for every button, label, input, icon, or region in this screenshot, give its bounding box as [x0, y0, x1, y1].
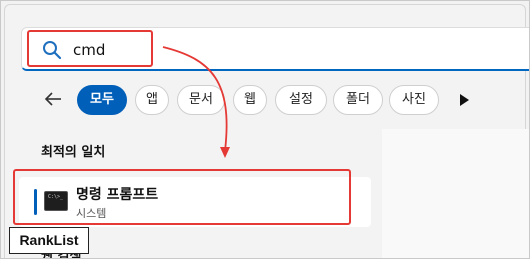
- search-highlight-annotation: [27, 30, 153, 67]
- filter-chip-folders[interactable]: 폴더: [333, 85, 383, 115]
- result-highlight-annotation: [13, 169, 351, 225]
- back-arrow-icon[interactable]: [43, 89, 63, 109]
- filter-chip-all[interactable]: 모두: [77, 85, 127, 115]
- preview-panel: [382, 129, 529, 258]
- filter-chip-apps[interactable]: 앱: [135, 85, 169, 115]
- filter-chip-web[interactable]: 웹: [233, 85, 267, 115]
- watermark-label: RankList: [9, 227, 89, 254]
- filter-chip-settings[interactable]: 설정: [275, 85, 327, 115]
- play-icon[interactable]: [457, 93, 471, 107]
- filter-chip-photos[interactable]: 사진: [389, 85, 439, 115]
- start-search-window: cmd 모두 앱 문서 웹 설정 폴더 사진 최적의 일치 C:\>_ 명령 프…: [0, 0, 530, 259]
- best-match-heading: 최적의 일치: [41, 145, 106, 160]
- filter-chip-documents[interactable]: 문서: [177, 85, 225, 115]
